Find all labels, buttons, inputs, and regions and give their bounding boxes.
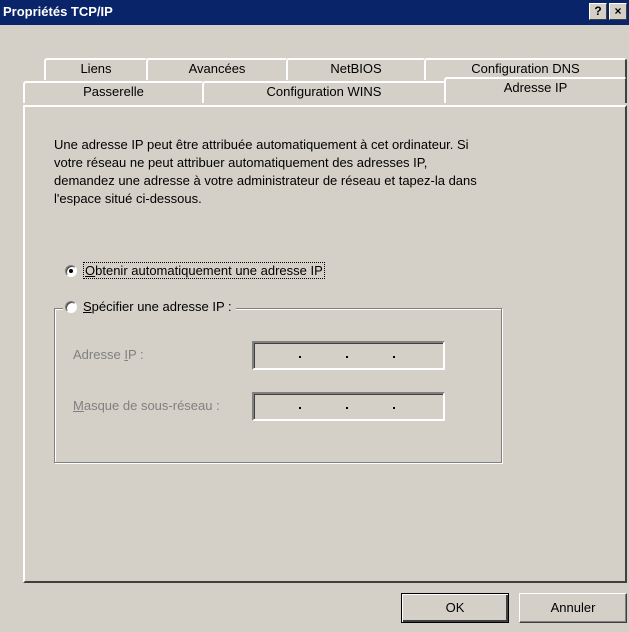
radio-button-checked[interactable] xyxy=(65,264,77,277)
ip-address-label: Adresse IP : xyxy=(73,347,144,362)
window-title: Propriétés TCP/IP xyxy=(3,4,113,19)
ip-dot-1 xyxy=(299,356,301,358)
title-bar[interactable]: Propriétés TCP/IP ? × xyxy=(0,0,629,25)
tab-avancees[interactable]: Avancées xyxy=(146,58,288,80)
mask-dot-2 xyxy=(346,407,348,409)
radio-obtain-auto-label: Obtenir automatiquement une adresse IP xyxy=(83,262,325,279)
help-button[interactable]: ? xyxy=(589,3,607,20)
subnet-mask-label: Masque de sous-réseau : xyxy=(73,398,220,413)
description-text: Une adresse IP peut être attribuée autom… xyxy=(54,137,477,206)
ip-dot-2 xyxy=(346,356,348,358)
tab-netbios[interactable]: NetBIOS xyxy=(286,58,426,80)
radio-button-unchecked[interactable] xyxy=(65,300,77,313)
subnet-mask-field[interactable] xyxy=(252,392,445,421)
ok-button[interactable]: OK xyxy=(401,593,509,623)
mask-dot-3 xyxy=(393,407,395,409)
ip-address-field[interactable] xyxy=(252,341,445,370)
tab-passerelle[interactable]: Passerelle xyxy=(23,81,204,103)
radio-dot xyxy=(69,268,73,273)
cancel-button[interactable]: Annuler xyxy=(519,593,627,623)
radio-specify-label: Spécifier une adresse IP : xyxy=(83,299,232,314)
tab-configuration-wins[interactable]: Configuration WINS xyxy=(202,81,446,103)
specify-ip-groupbox: Adresse IP : Masque de sous-réseau : xyxy=(54,308,502,463)
radio-specify[interactable]: Spécifier une adresse IP : xyxy=(63,299,236,314)
ip-dot-3 xyxy=(393,356,395,358)
tab-panel-adresse-ip: Une adresse IP peut être attribuée autom… xyxy=(23,105,627,583)
tcpip-properties-dialog: Propriétés TCP/IP ? × Liens Avancées Net… xyxy=(0,0,629,632)
tab-liens[interactable]: Liens xyxy=(44,58,148,80)
close-button[interactable]: × xyxy=(609,3,627,20)
mask-dot-1 xyxy=(299,407,301,409)
tab-adresse-ip[interactable]: Adresse IP xyxy=(444,77,627,103)
radio-obtain-auto[interactable]: Obtenir automatiquement une adresse IP xyxy=(65,262,325,279)
